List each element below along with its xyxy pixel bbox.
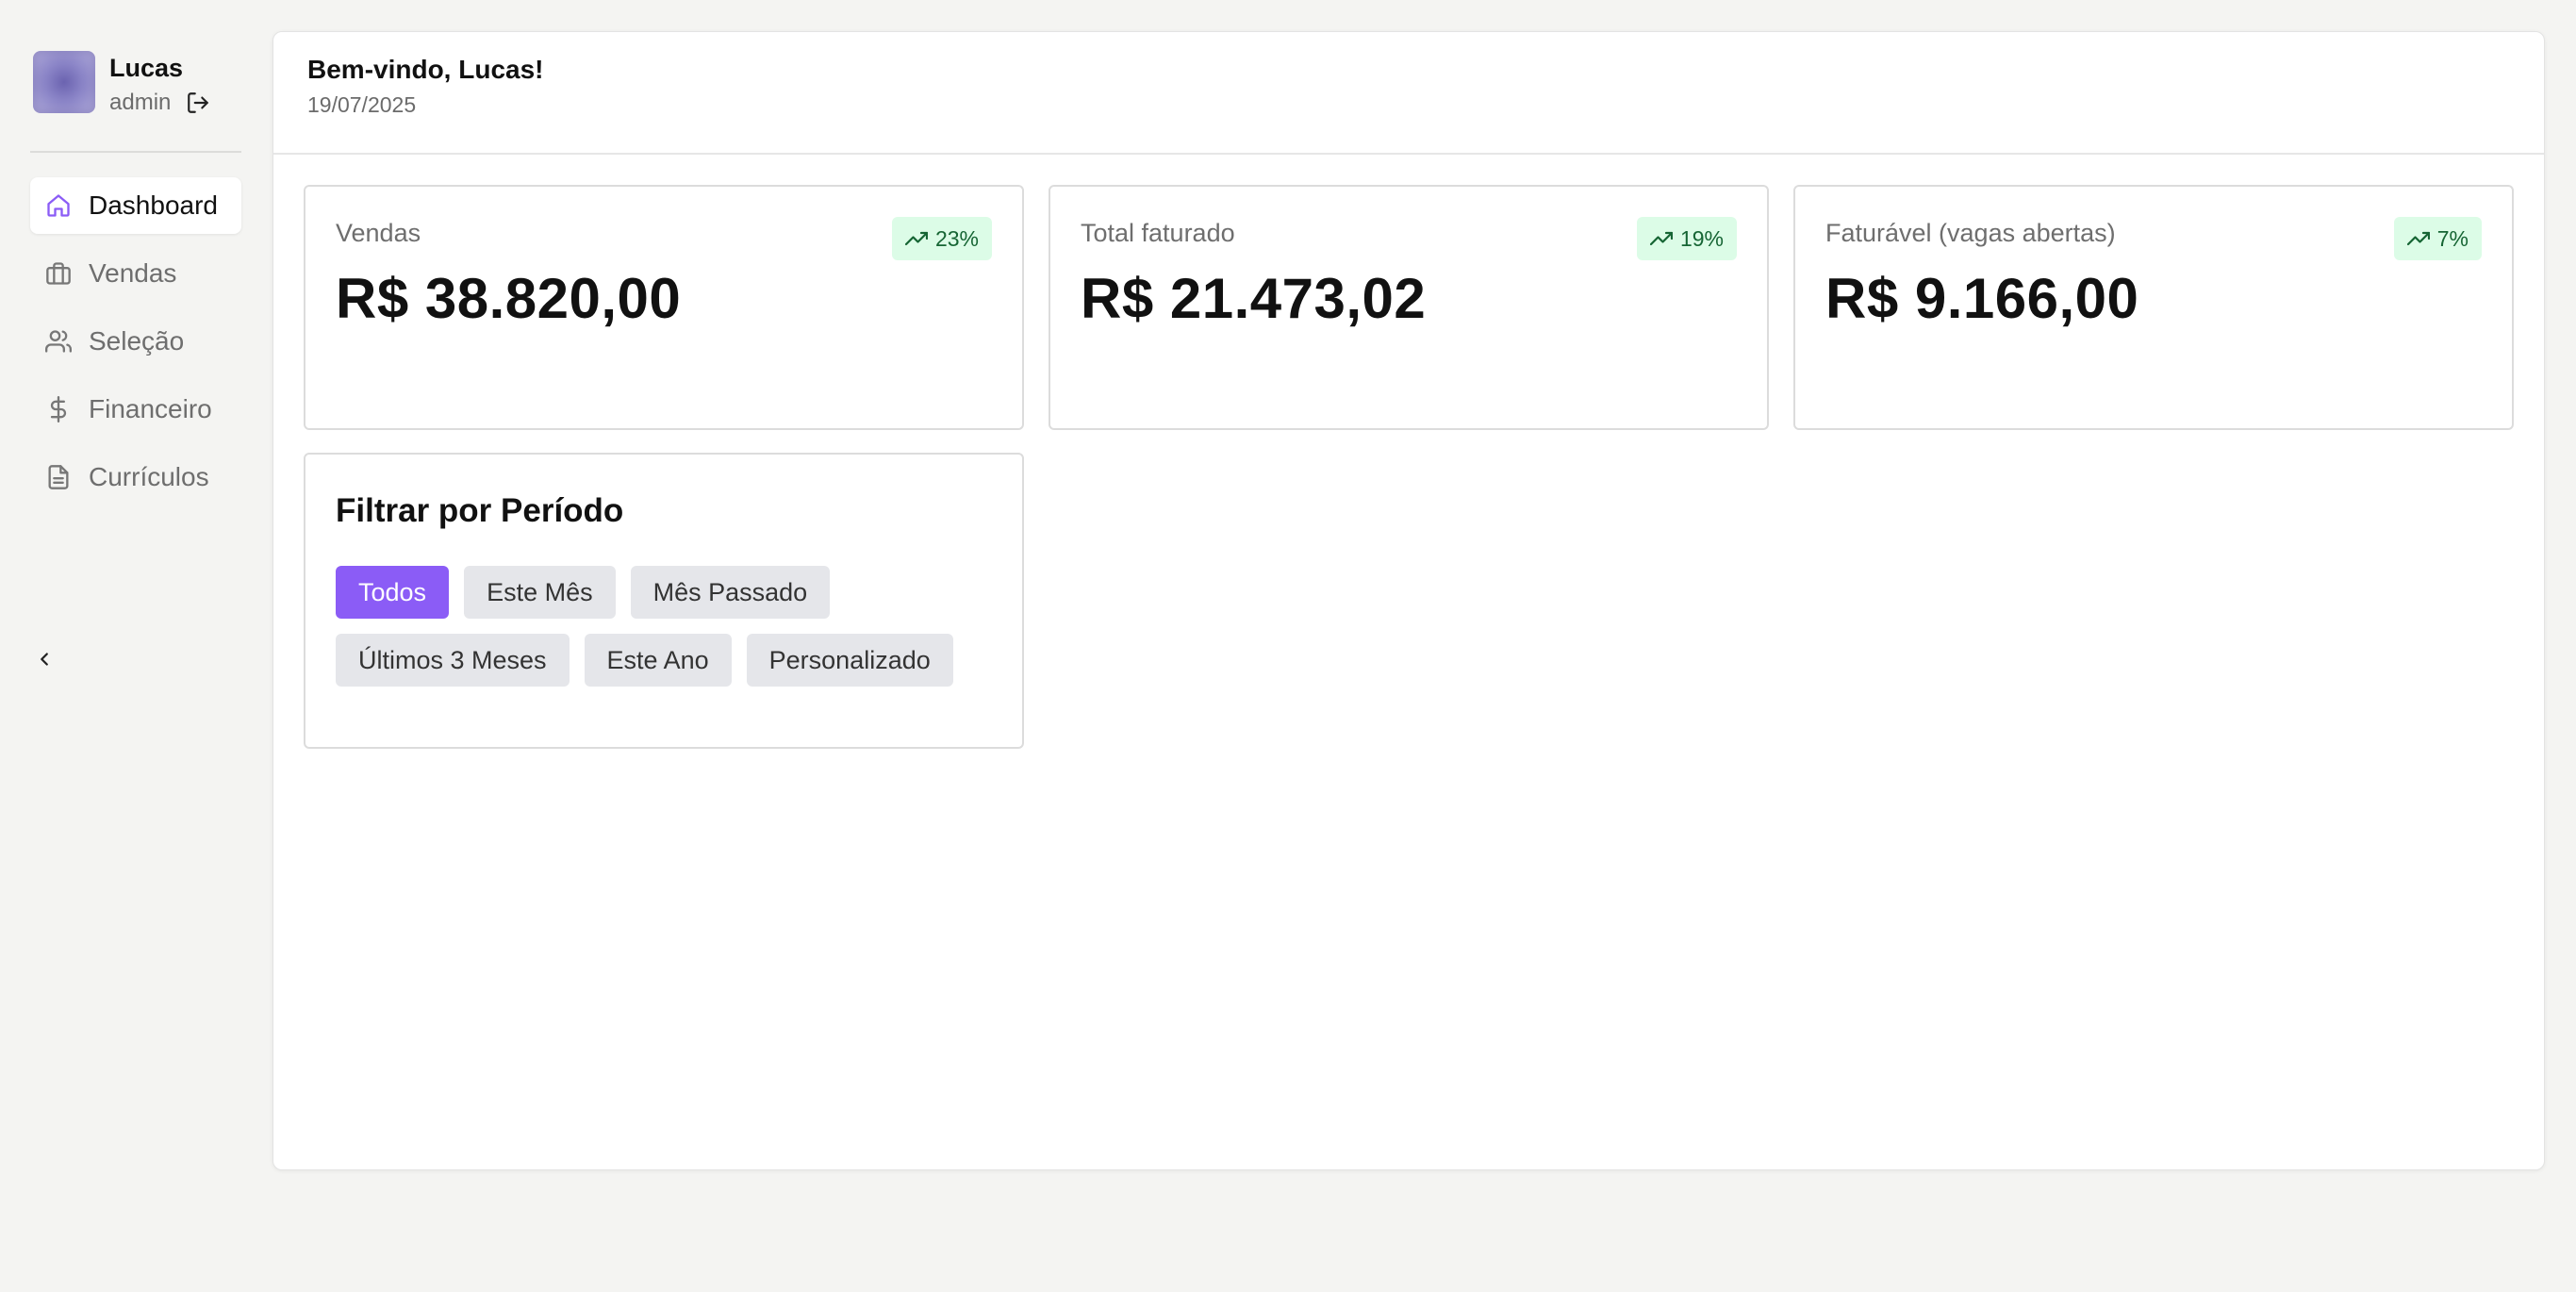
filter-option-todos[interactable]: Todos [336,566,450,619]
sidebar-item-label: Dashboard [89,190,218,220]
stat-value: R$ 9.166,00 [1825,267,2139,330]
users-icon [45,328,72,355]
period-filter-options: Todos Este Mês Mês Passado Últimos 3 Mes… [336,566,996,702]
sidebar-item-label: Seleção [89,326,185,356]
logout-icon[interactable] [186,91,210,115]
trending-up-icon [904,227,928,250]
user-role: admin [109,90,172,115]
main-panel: Bem-vindo, Lucas! 19/07/2025 Vendas 23% … [272,31,2545,1170]
current-date: 19/07/2025 [307,92,417,117]
filter-option-ultimos-3-meses[interactable]: Últimos 3 Meses [336,634,570,687]
change-badge: 19% [1636,217,1737,260]
filter-option-este-mes[interactable]: Este Mês [464,566,616,619]
stat-title: Total faturado [1081,219,1235,247]
document-icon [45,464,72,490]
sidebar-item-dashboard[interactable]: Dashboard [30,177,241,234]
change-value: 19% [1679,225,1724,251]
chevron-left-icon [34,647,55,676]
welcome-title: Bem-vindo, Lucas! [307,55,544,84]
change-value: 7% [2436,225,2469,251]
briefcase-icon [45,260,72,287]
chip-row: Últimos 3 Meses Este Ano Personalizado [336,634,996,687]
stat-title: Vendas [336,219,421,247]
stat-card-faturavel: Faturável (vagas abertas) 7% R$ 9.166,00 [1793,185,2514,430]
sidebar-item-financeiro[interactable]: Financeiro [30,381,241,438]
user-profile: Lucas admin [33,51,210,116]
profile-text: Lucas admin [109,51,210,116]
change-value: 23% [934,225,979,251]
dollar-icon [45,396,72,422]
sidebar: Lucas admin Dashboard Vendas Seleção Fin… [0,0,273,1292]
sidebar-divider [30,151,241,153]
sidebar-item-vendas[interactable]: Vendas [30,245,241,302]
page-header: Bem-vindo, Lucas! 19/07/2025 [273,32,2544,155]
sidebar-item-selecao[interactable]: Seleção [30,313,241,370]
stat-value: R$ 38.820,00 [336,267,682,330]
chip-row: Todos Este Mês Mês Passado [336,566,996,619]
home-icon [45,192,72,219]
role-row: admin [109,90,210,116]
filter-title: Filtrar por Período [336,492,624,529]
stat-card-vendas: Vendas 23% R$ 38.820,00 [304,185,1024,430]
sidebar-item-curriculos[interactable]: Currículos [30,449,241,505]
stat-title: Faturável (vagas abertas) [1825,219,2116,247]
stat-card-total-faturado: Total faturado 19% R$ 21.473,02 [1049,185,1769,430]
change-badge: 7% [2393,217,2482,260]
collapse-sidebar-button[interactable] [34,647,58,675]
user-name: Lucas [109,54,184,82]
sidebar-nav: Dashboard Vendas Seleção Financeiro Curr… [30,177,241,517]
change-badge: 23% [891,217,992,260]
filter-option-este-ano[interactable]: Este Ano [584,634,732,687]
stat-value: R$ 21.473,02 [1081,267,1427,330]
trending-up-icon [1649,227,1673,250]
filter-option-mes-passado[interactable]: Mês Passado [630,566,831,619]
app-root: Lucas admin Dashboard Vendas Seleção Fin… [0,0,2576,1292]
sidebar-item-label: Financeiro [89,394,212,423]
avatar[interactable] [33,51,95,113]
filter-option-personalizado[interactable]: Personalizado [746,634,953,687]
period-filter-card: Filtrar por Período Todos Este Mês Mês P… [304,453,1024,749]
sidebar-item-label: Vendas [89,258,177,288]
trending-up-icon [2406,227,2430,250]
sidebar-item-label: Currículos [89,462,209,491]
